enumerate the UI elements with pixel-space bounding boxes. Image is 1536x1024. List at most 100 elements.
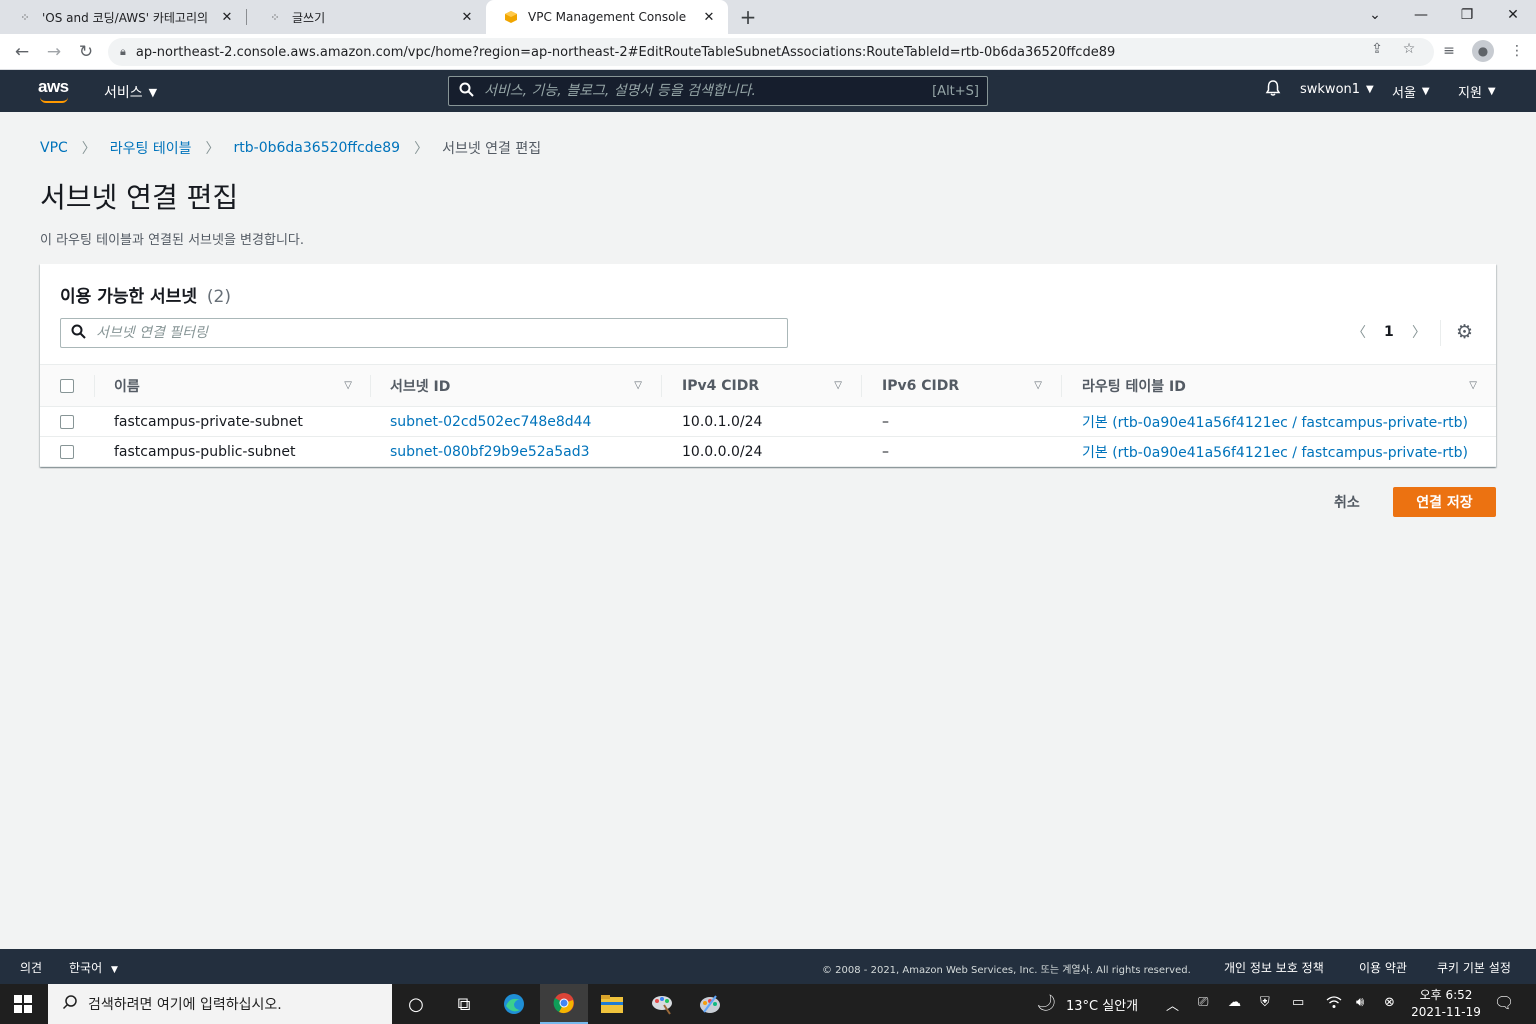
- window-close-icon[interactable]: ✕: [1490, 0, 1536, 30]
- close-icon[interactable]: ✕: [458, 8, 476, 26]
- search-icon: [459, 82, 474, 101]
- new-tab-icon[interactable]: +: [737, 5, 759, 29]
- share-icon[interactable]: ⇪: [1366, 38, 1388, 60]
- row-checkbox[interactable]: [60, 445, 74, 459]
- forward-icon[interactable]: →: [42, 40, 66, 64]
- table-row[interactable]: fastcampus-private-subnet subnet-02cd502…: [40, 407, 1496, 437]
- paint3d-app-icon[interactable]: [686, 984, 734, 1024]
- close-icon[interactable]: ✕: [218, 8, 236, 26]
- back-icon[interactable]: ←: [10, 40, 34, 64]
- region-menu[interactable]: 서울 ▼: [1392, 82, 1430, 101]
- wifi-icon[interactable]: [1326, 995, 1342, 1013]
- aws-search-input[interactable]: [484, 83, 933, 99]
- terms-link[interactable]: 이용 약관: [1359, 959, 1407, 976]
- account-name: swkwon1: [1300, 82, 1361, 97]
- breadcrumb-route-table-id[interactable]: rtb-0b6da36520ffcde89: [234, 140, 401, 156]
- region-name: 서울: [1392, 86, 1416, 101]
- taskbar-search-box[interactable]: 검색하려면 여기에 입력하십시오.: [48, 984, 392, 1024]
- save-associations-button[interactable]: 연결 저장: [1393, 487, 1496, 517]
- bell-icon[interactable]: [1265, 80, 1281, 101]
- gear-icon[interactable]: ⚙: [1456, 321, 1473, 343]
- volume-icon[interactable]: 🔊︎: [1356, 995, 1364, 1010]
- security-center-icon[interactable]: ⛨: [1260, 995, 1270, 1010]
- tray-expand-icon[interactable]: ︿: [1166, 995, 1179, 1014]
- cancel-button[interactable]: 취소: [1322, 487, 1372, 517]
- row-checkbox[interactable]: [60, 415, 74, 429]
- account-menu[interactable]: swkwon1 ▼: [1300, 82, 1374, 97]
- reload-icon[interactable]: ↻: [74, 40, 98, 64]
- column-header-route-table-id[interactable]: 라우팅 테이블 ID ▽: [1082, 365, 1477, 406]
- clock-time: 오후 6:52: [1419, 988, 1473, 1002]
- language-label: 한국어: [69, 961, 103, 975]
- feedback-link[interactable]: 의견: [20, 959, 42, 976]
- chrome-browser-icon[interactable]: [540, 984, 588, 1024]
- search-shortcut: [Alt+S]: [932, 83, 979, 99]
- task-view-icon[interactable]: ⧉: [440, 984, 488, 1024]
- minimize-icon[interactable]: —: [1398, 0, 1444, 30]
- cell-ipv6-cidr: –: [882, 414, 889, 430]
- cell-subnet-id-link[interactable]: subnet-02cd502ec748e8d44: [390, 407, 591, 437]
- panel-header: 이용 가능한 서브넷 (2): [60, 282, 231, 307]
- column-divider: [370, 375, 371, 397]
- subnet-table-header: 이름 ▽ 서브넷 ID ▽ IPv4 CIDR ▽ IPv6 CIDR ▽ 라우…: [40, 364, 1496, 407]
- edge-browser-icon[interactable]: [490, 984, 538, 1024]
- meet-now-icon[interactable]: ⎚: [1198, 995, 1208, 1010]
- cookie-preferences-link[interactable]: 쿠키 기본 설정: [1437, 959, 1511, 976]
- column-divider: [1061, 375, 1062, 397]
- windows-start-icon[interactable]: [14, 995, 32, 1013]
- search-icon: [71, 324, 86, 343]
- caret-down-icon: ▼: [110, 965, 118, 975]
- reading-list-icon[interactable]: ≡: [1438, 40, 1460, 62]
- chevron-right-icon: 〉: [81, 141, 96, 157]
- cell-route-table-link[interactable]: 기본 (rtb-0a90e41a56f4121ec / fastcampus-p…: [1082, 437, 1468, 467]
- taskbar-clock[interactable]: 오후 6:52 2021-11-19: [1404, 987, 1488, 1021]
- aws-logo[interactable]: aws: [38, 77, 72, 105]
- menu-kebab-icon[interactable]: ⋮: [1506, 40, 1528, 62]
- cell-subnet-id-link[interactable]: subnet-080bf29b9e52a5ad3: [390, 437, 590, 467]
- profile-avatar-icon[interactable]: ●: [1472, 40, 1494, 62]
- browser-tab-category[interactable]: ⁘ 'OS and 코딩/AWS' 카테고리의 ✕: [0, 0, 246, 34]
- aws-search-box[interactable]: [Alt+S]: [448, 76, 988, 106]
- paint-app-icon[interactable]: [638, 984, 686, 1024]
- aws-smile-icon: [40, 97, 68, 103]
- row-checkbox-cell: [60, 407, 74, 437]
- column-header-ipv6-cidr[interactable]: IPv6 CIDR ▽: [882, 365, 1042, 406]
- table-row[interactable]: fastcampus-public-subnet subnet-080bf29b…: [40, 437, 1496, 467]
- breadcrumb-vpc[interactable]: VPC: [40, 140, 68, 156]
- column-header-name[interactable]: 이름 ▽: [114, 365, 352, 406]
- cell-route-table-link[interactable]: 기본 (rtb-0a90e41a56f4121ec / fastcampus-p…: [1082, 407, 1468, 437]
- notifications-icon[interactable]: 🗨︎: [1494, 993, 1514, 1012]
- chevron-left-icon[interactable]: 〈: [1352, 322, 1366, 342]
- address-bar[interactable]: 🔒︎ ap-northeast-2.console.aws.amazon.com…: [108, 38, 1434, 66]
- language-selector[interactable]: 한국어 ▼: [69, 959, 118, 976]
- privacy-link[interactable]: 개인 정보 보호 정책: [1224, 959, 1324, 976]
- network-error-icon[interactable]: ⊗: [1384, 995, 1395, 1010]
- select-all-checkbox[interactable]: [60, 378, 74, 393]
- tab-title: 글쓰기: [292, 10, 326, 25]
- file-explorer-icon[interactable]: [588, 984, 636, 1024]
- chevron-right-icon[interactable]: 〉: [1412, 322, 1426, 342]
- bookmark-star-icon[interactable]: ☆: [1398, 38, 1420, 60]
- column-header-ipv4-cidr[interactable]: IPv4 CIDR ▽: [682, 365, 842, 406]
- breadcrumb-route-tables[interactable]: 라우팅 테이블: [110, 138, 192, 158]
- services-menu[interactable]: 서비스 ▼: [104, 82, 157, 102]
- breadcrumb: VPC 〉 라우팅 테이블 〉 rtb-0b6da36520ffcde89 〉 …: [40, 138, 541, 158]
- battery-icon[interactable]: ▭: [1292, 995, 1304, 1010]
- panel-title: 이용 가능한 서브넷: [60, 287, 197, 307]
- cortana-icon[interactable]: ○: [392, 984, 440, 1024]
- current-page-number[interactable]: 1: [1384, 324, 1394, 340]
- breadcrumb-current: 서브넷 연결 편집: [442, 141, 542, 157]
- browser-tab-write[interactable]: ⁘ 글쓰기 ✕: [250, 0, 486, 34]
- weather-text[interactable]: 13°C 실안개: [1066, 995, 1138, 1014]
- browser-tab-vpc[interactable]: VPC Management Console ✕: [486, 0, 728, 34]
- support-menu[interactable]: 지원 ▼: [1458, 82, 1496, 101]
- tab-search-icon[interactable]: ⌄: [1352, 0, 1398, 30]
- cell-name: fastcampus-public-subnet: [114, 444, 296, 460]
- column-header-subnet-id[interactable]: 서브넷 ID ▽: [390, 365, 642, 406]
- onedrive-cloud-icon[interactable]: ☁: [1228, 995, 1241, 1010]
- support-label: 지원: [1458, 86, 1482, 101]
- subnet-filter-input[interactable]: [96, 325, 787, 341]
- subnet-filter-box[interactable]: [60, 318, 788, 348]
- close-icon[interactable]: ✕: [700, 8, 718, 26]
- restore-icon[interactable]: ❐: [1444, 0, 1490, 30]
